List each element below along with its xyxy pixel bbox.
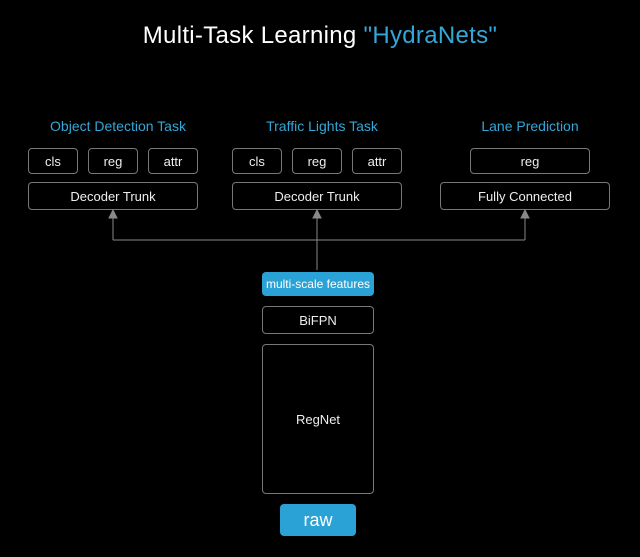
multi-scale-features: multi-scale features (262, 272, 374, 296)
diagram-canvas: Multi-Task Learning "HydraNets" Object D… (0, 0, 640, 557)
regnet: RegNet (262, 344, 374, 494)
raw-input: raw (280, 504, 356, 536)
bifpn: BiFPN (262, 306, 374, 334)
